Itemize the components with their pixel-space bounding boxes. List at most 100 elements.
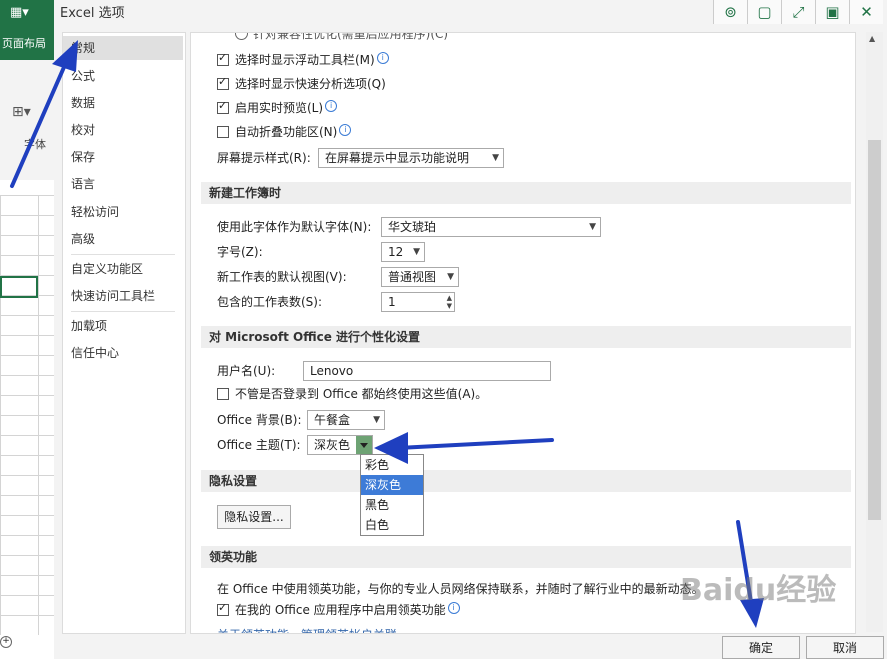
info-icon[interactable]: i: [447, 602, 460, 614]
section-new-workbook: 新建工作簿时: [201, 182, 851, 204]
nav-item-general[interactable]: 常规: [63, 36, 183, 60]
nav-item-language[interactable]: 语言: [63, 172, 183, 196]
nav-item-add-ins[interactable]: 加载项: [63, 314, 183, 338]
chevron-down-icon: ▼: [589, 222, 596, 232]
nav-item-accessibility[interactable]: 轻松访问: [63, 200, 183, 224]
nav-item-formulas[interactable]: 公式: [63, 64, 183, 88]
chevron-down-icon: ▼: [413, 247, 420, 257]
restore-icon[interactable]: ▢: [747, 0, 781, 24]
dropdown-arrow-icon[interactable]: [356, 436, 372, 454]
live-preview-checkbox[interactable]: [217, 99, 229, 114]
linkedin-description: 在 Office 中使用领英功能，与你的专业人员网络保持联系，并随时了解行业中的…: [217, 582, 704, 596]
help-icon[interactable]: ⊚: [713, 0, 747, 24]
default-font-label: 使用此字体作为默认字体(N):: [217, 220, 372, 234]
compat-label: 针对兼容性优化(需重启应用程序)(C): [253, 32, 449, 41]
selected-cell[interactable]: [0, 276, 38, 298]
border-icon[interactable]: ⊞▾: [12, 104, 31, 120]
scroll-up-icon[interactable]: ▲: [869, 34, 875, 43]
ribbon-area: ⊞▾ 字体: [0, 60, 54, 180]
compat-radio[interactable]: [235, 33, 248, 40]
mini-toolbar-checkbox[interactable]: [217, 51, 229, 66]
live-preview-row: 启用实时预览(L) i: [235, 100, 338, 116]
ok-button[interactable]: 确定: [722, 636, 800, 659]
default-font-select[interactable]: 华文琥珀 ▼: [381, 217, 601, 237]
linkedin-link[interactable]: 关于领英功能，管理领英帐户关联: [217, 625, 397, 633]
office-background-label: Office 背景(B):: [217, 413, 302, 427]
cancel-button[interactable]: 取消: [806, 636, 884, 659]
excel-app-icon: ▦▾: [10, 5, 29, 20]
office-theme-select[interactable]: 深灰色: [307, 435, 373, 455]
formula-bar: [0, 180, 54, 196]
default-view-select[interactable]: 普通视图 ▼: [381, 267, 459, 287]
save-icon[interactable]: ▣: [815, 0, 849, 24]
excel-logo-area: ▦▾: [0, 0, 54, 28]
sheet-count-value: 1: [388, 295, 396, 309]
quick-analysis-checkbox[interactable]: [217, 75, 229, 90]
scrollbar-thumb[interactable]: [868, 140, 881, 520]
theme-option-colorful[interactable]: 彩色: [361, 455, 423, 475]
default-view-label: 新工作表的默认视图(V):: [217, 270, 347, 284]
default-view-value: 普通视图: [388, 270, 437, 284]
worksheet-grid[interactable]: [0, 195, 54, 635]
nav-divider: [71, 311, 175, 312]
screentip-label: 屏幕提示样式(R):: [217, 151, 311, 165]
username-label: 用户名(U):: [217, 364, 276, 378]
always-use-checkbox[interactable]: [217, 388, 229, 400]
theme-dropdown-list: 彩色 深灰色 黑色 白色: [360, 454, 424, 536]
office-background-select[interactable]: 午餐盒 ▼: [307, 410, 385, 430]
office-background-value: 午餐盒: [314, 413, 351, 427]
nav-item-data[interactable]: 数据: [63, 91, 183, 115]
collapse-ribbon-checkbox[interactable]: [217, 126, 229, 138]
titlebar-buttons: ⊚ ▢ ⤢ ▣ ✕: [713, 0, 883, 24]
linkedin-enable-checkbox[interactable]: [217, 601, 229, 616]
mini-toolbar-row: 选择时显示浮动工具栏(M) i: [235, 52, 389, 68]
add-sheet-icon[interactable]: +: [0, 636, 12, 648]
info-icon[interactable]: i: [376, 52, 389, 64]
ribbon-tab-page-layout[interactable]: 页面布局: [0, 28, 54, 60]
theme-option-black[interactable]: 黑色: [361, 495, 423, 515]
default-font-value: 华文琥珀: [388, 220, 437, 234]
excel-options-dialog: Excel 选项 ⊚ ▢ ⤢ ▣ ✕ 常规 公式 数据 校对 保存 语言 轻松访…: [54, 0, 887, 659]
linkedin-enable-row: 在我的 Office 应用程序中启用领英功能 i: [235, 602, 460, 618]
theme-option-white[interactable]: 白色: [361, 515, 423, 535]
info-icon[interactable]: i: [325, 100, 338, 112]
quick-analysis-label: 选择时显示快速分析选项(Q): [235, 77, 386, 91]
spinner-icon[interactable]: ▲ ▼: [447, 294, 452, 310]
linkedin-enable-label: 在我的 Office 应用程序中启用领英功能: [235, 603, 446, 617]
nav-item-proofing[interactable]: 校对: [63, 118, 183, 142]
chevron-down-icon: ▼: [447, 272, 454, 282]
info-icon[interactable]: i: [339, 124, 352, 136]
office-theme-label: Office 主题(T):: [217, 438, 301, 452]
close-icon[interactable]: ✕: [849, 0, 883, 24]
nav-item-trust-center[interactable]: 信任中心: [63, 341, 183, 365]
font-group-label: 字体: [24, 138, 46, 151]
chevron-down-icon: ▼: [373, 415, 380, 425]
options-content: 针对兼容性优化(需重启应用程序)(C) 选择时显示浮动工具栏(M)i 选择时显示…: [190, 32, 856, 634]
screentip-select[interactable]: 在屏幕提示中显示功能说明 ▼: [318, 148, 504, 168]
nav-item-customize-ribbon[interactable]: 自定义功能区: [63, 257, 183, 281]
expand-icon[interactable]: ⤢: [781, 0, 815, 24]
watermark: Baidu经验: [680, 573, 837, 608]
mini-toolbar-label: 选择时显示浮动工具栏(M): [235, 53, 375, 67]
font-size-label: 字号(Z):: [217, 245, 263, 259]
always-use-label: 不管是否登录到 Office 都始终使用这些值(A)。: [235, 387, 488, 401]
office-theme-value: 深灰色: [314, 438, 351, 452]
live-preview-label: 启用实时预览(L): [235, 101, 324, 115]
font-size-select[interactable]: 12 ▼: [381, 242, 425, 262]
theme-option-dark-gray[interactable]: 深灰色: [361, 475, 423, 495]
section-privacy: 隐私设置: [201, 470, 851, 492]
sheet-count-stepper[interactable]: 1 ▲ ▼: [381, 292, 455, 312]
section-personalize: 对 Microsoft Office 进行个性化设置: [201, 326, 851, 348]
nav-item-quick-access-toolbar[interactable]: 快速访问工具栏: [63, 284, 183, 308]
collapse-ribbon-row: 自动折叠功能区(N) i: [235, 124, 352, 140]
nav-item-save[interactable]: 保存: [63, 145, 183, 169]
chevron-down-icon: ▼: [492, 153, 499, 163]
dialog-title: Excel 选项: [60, 6, 125, 21]
font-size-value: 12: [388, 245, 404, 259]
username-input[interactable]: Lenovo: [303, 361, 551, 381]
nav-divider: [71, 254, 175, 255]
sheet-count-label: 包含的工作表数(S):: [217, 295, 323, 309]
screentip-value: 在屏幕提示中显示功能说明: [325, 151, 470, 165]
privacy-settings-button[interactable]: 隐私设置...: [217, 505, 291, 529]
nav-item-advanced[interactable]: 高级: [63, 227, 183, 251]
